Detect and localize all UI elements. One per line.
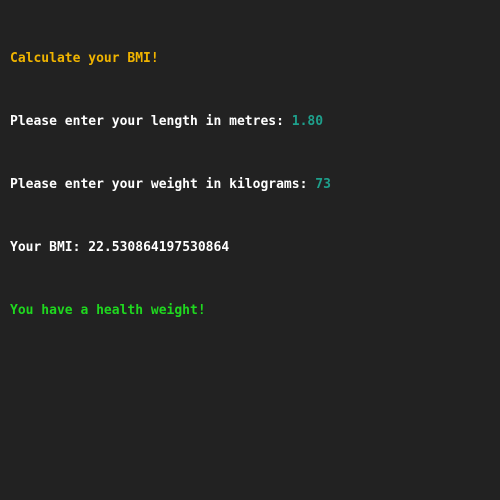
title-line: Calculate your BMI! — [10, 51, 159, 66]
bmi-value: 22.530864197530864 — [88, 240, 230, 255]
length-input-value: 1.80 — [291, 114, 324, 129]
weight-input-value: 73 — [315, 177, 331, 192]
weight-line: Please enter your weight in kilograms: 7… — [10, 174, 490, 195]
bmi-line: Your BMI: 22.530864197530864 — [10, 237, 490, 258]
length-line: Please enter your length in metres: 1.80 — [10, 111, 490, 132]
weight-prompt: Please enter your weight in kilograms: — [10, 177, 316, 192]
terminal-output: Calculate your BMI! Please enter your le… — [0, 0, 500, 500]
bmi-label: Your BMI: — [10, 240, 89, 255]
result-message: You have a health weight! — [10, 303, 206, 318]
length-prompt: Please enter your length in metres: — [10, 114, 292, 129]
